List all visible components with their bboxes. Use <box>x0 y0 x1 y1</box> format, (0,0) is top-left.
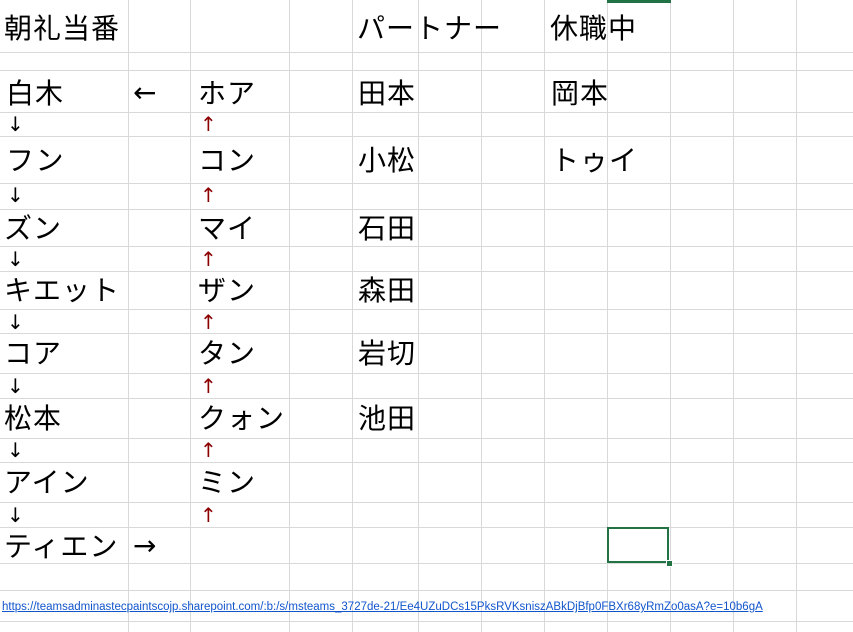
partner-name-cell[interactable]: 池田 <box>358 405 416 433</box>
up-arrow-icon: ↑ <box>200 503 217 527</box>
up-arrow-icon: ↑ <box>200 247 217 271</box>
active-cell-selection[interactable] <box>607 527 669 563</box>
right-name-cell[interactable]: コン <box>198 147 256 175</box>
partner-name-cell[interactable]: 田本 <box>358 80 416 108</box>
partner-name-cell[interactable]: 小松 <box>358 147 416 175</box>
partner-name-cell[interactable]: 森田 <box>358 277 416 305</box>
down-arrow-icon: ↓ <box>7 112 24 136</box>
column-divider <box>733 0 734 632</box>
right-name-cell[interactable]: ザン <box>198 277 256 305</box>
row-divider <box>0 462 853 463</box>
right-name-cell[interactable]: タン <box>198 340 256 368</box>
leave-name-cell[interactable]: 岡本 <box>551 80 609 108</box>
right-name-cell[interactable]: ホア <box>198 80 256 108</box>
left-name-cell[interactable]: アイン <box>4 469 90 497</box>
sharepoint-hyperlink[interactable]: https://teamsadminastecpaintscojp.sharep… <box>2 601 763 613</box>
row-divider <box>0 309 853 310</box>
row-divider <box>0 246 853 247</box>
right-name-cell[interactable]: マイ <box>198 215 256 243</box>
header-partner[interactable]: パートナー <box>357 15 502 43</box>
up-arrow-icon: ↑ <box>200 438 217 462</box>
down-arrow-icon: ↓ <box>7 503 24 527</box>
left-arrow-icon: ← <box>133 76 157 109</box>
left-name-cell[interactable]: ズン <box>4 215 62 243</box>
column-divider <box>128 0 129 632</box>
column-divider <box>544 0 545 632</box>
right-name-cell[interactable]: ミン <box>198 469 256 497</box>
down-arrow-icon: ↓ <box>7 310 24 334</box>
up-arrow-icon: ↑ <box>200 183 217 207</box>
leave-name-cell[interactable]: トゥイ <box>551 147 638 175</box>
row-divider <box>0 373 853 374</box>
row-divider <box>0 209 853 210</box>
column-divider <box>796 0 797 632</box>
column-divider <box>670 0 671 632</box>
column-divider <box>289 0 290 632</box>
right-name-cell[interactable]: クォン <box>198 405 285 433</box>
left-name-cell[interactable]: 松本 <box>4 405 62 433</box>
row-divider <box>0 183 853 184</box>
row-divider <box>0 271 853 272</box>
left-name-cell[interactable]: コア <box>4 340 62 368</box>
row-divider <box>0 502 853 503</box>
row-divider <box>0 136 853 137</box>
down-arrow-icon: ↓ <box>7 247 24 271</box>
up-arrow-icon: ↑ <box>200 374 217 398</box>
row-divider <box>0 70 853 71</box>
fill-handle[interactable] <box>666 560 673 567</box>
header-morning-duty[interactable]: 朝礼当番 <box>4 15 120 43</box>
partner-name-cell[interactable]: 岩切 <box>358 340 416 368</box>
row-divider <box>0 52 853 53</box>
row-divider <box>0 398 853 399</box>
row-divider <box>0 527 853 528</box>
left-name-cell[interactable]: ティエン <box>4 533 118 561</box>
right-arrow-icon: → <box>133 529 157 562</box>
row-divider <box>0 438 853 439</box>
spreadsheet-grid[interactable] <box>0 0 853 632</box>
left-name-cell[interactable]: フン <box>6 147 65 175</box>
column-divider <box>190 0 191 632</box>
left-name-cell[interactable]: 白木 <box>6 80 64 108</box>
row-divider <box>0 333 853 334</box>
row-divider <box>0 590 853 591</box>
column-divider <box>481 0 482 632</box>
up-arrow-icon: ↑ <box>200 310 217 334</box>
down-arrow-icon: ↓ <box>7 438 24 462</box>
left-name-cell[interactable]: キエット <box>4 277 120 305</box>
down-arrow-icon: ↓ <box>7 374 24 398</box>
selected-column-header-indicator <box>607 0 671 3</box>
column-divider <box>418 0 419 632</box>
up-arrow-icon: ↑ <box>200 112 217 136</box>
column-divider <box>352 0 353 632</box>
row-divider <box>0 563 853 564</box>
header-on-leave[interactable]: 休職中 <box>550 15 637 43</box>
down-arrow-icon: ↓ <box>7 183 24 207</box>
partner-name-cell[interactable]: 石田 <box>358 215 416 243</box>
row-divider <box>0 621 853 622</box>
row-divider <box>0 112 853 113</box>
